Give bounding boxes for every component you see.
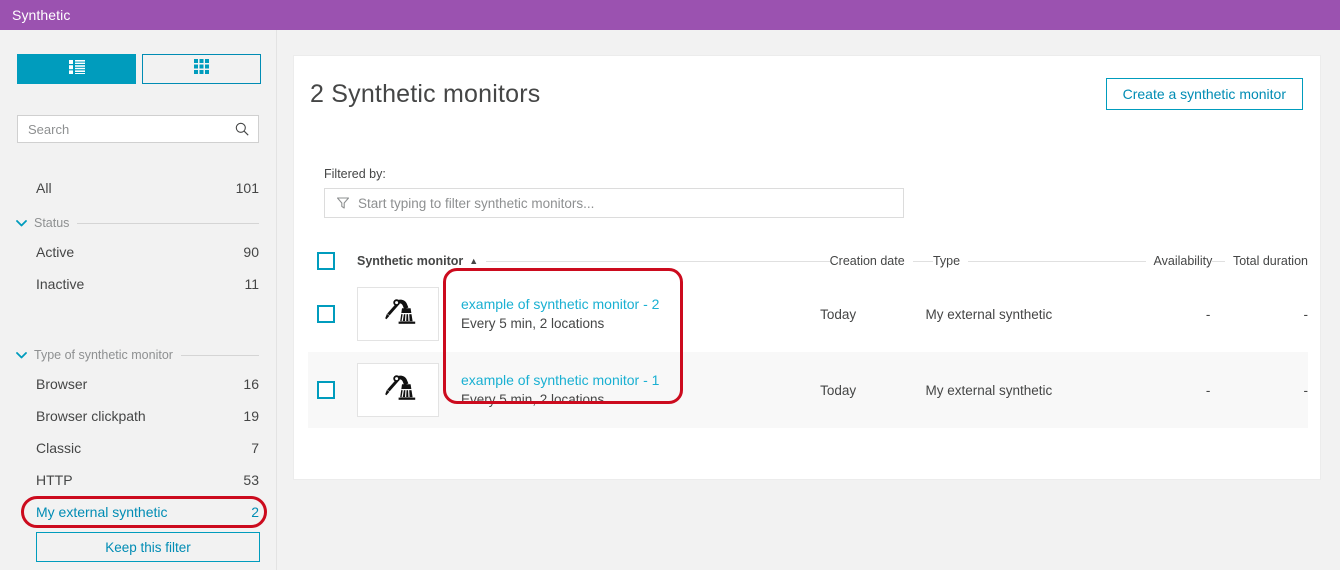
main-content: 2 Synthetic monitors Create a synthetic …: [277, 30, 1340, 570]
filter-monitors-box[interactable]: [324, 188, 904, 218]
page-title: 2 Synthetic monitors: [310, 80, 541, 108]
divider: [968, 260, 1131, 262]
chevron-down-icon: [16, 219, 27, 227]
monitors-card: 2 Synthetic monitors Create a synthetic …: [293, 55, 1321, 480]
monitor-name-link[interactable]: example of synthetic monitor - 2: [461, 294, 820, 314]
create-synthetic-monitor-label: Create a synthetic monitor: [1122, 86, 1286, 102]
robot-arm-icon: [378, 372, 418, 409]
sidebar-item-classic[interactable]: Classic 7: [0, 432, 277, 464]
divider: [486, 260, 830, 262]
cell-availability: -: [1205, 306, 1211, 322]
sidebar-item-all[interactable]: All 101: [0, 172, 277, 204]
column-header-availability[interactable]: Availability: [1130, 254, 1212, 268]
select-all-checkbox[interactable]: [317, 252, 335, 270]
window-titlebar: Synthetic: [0, 0, 1340, 30]
filter-group-status[interactable]: Status: [0, 210, 277, 236]
keep-this-filter-label: Keep this filter: [105, 539, 191, 555]
row-checkbox[interactable]: [317, 305, 335, 323]
monitor-name-cell: example of synthetic monitor - 1 Every 5…: [461, 370, 820, 410]
sidebar-item-http[interactable]: HTTP 53: [0, 464, 277, 496]
keep-this-filter-button[interactable]: Keep this filter: [36, 532, 260, 562]
cell-total-duration: -: [1303, 306, 1309, 322]
sidebar-item-inactive[interactable]: Inactive 11: [0, 268, 277, 300]
monitor-name-cell: example of synthetic monitor - 2 Every 5…: [461, 294, 820, 334]
robot-arm-icon: [378, 296, 418, 333]
column-header-type[interactable]: Type: [932, 254, 1131, 268]
column-header-synthetic-monitor[interactable]: Synthetic monitor ▲: [357, 254, 830, 268]
sort-ascending-icon: ▲: [469, 256, 479, 266]
sidebar-item-browser[interactable]: Browser 16: [0, 368, 277, 400]
chevron-down-icon: [16, 351, 27, 359]
table-row[interactable]: example of synthetic monitor - 2 Every 5…: [308, 276, 1308, 352]
sidebar-item-my-external-synthetic[interactable]: My external synthetic 2: [0, 496, 277, 528]
table-row[interactable]: example of synthetic monitor - 1 Every 5…: [308, 352, 1308, 428]
monitor-name-link[interactable]: example of synthetic monitor - 1: [461, 370, 820, 390]
search-input[interactable]: [18, 120, 235, 138]
search-icon[interactable]: [235, 122, 258, 136]
create-synthetic-monitor-button[interactable]: Create a synthetic monitor: [1105, 78, 1303, 110]
sidebar-item-count: 7: [251, 440, 259, 456]
cell-availability: -: [1205, 382, 1211, 398]
funnel-icon: [325, 197, 356, 209]
monitor-thumbnail: [357, 287, 439, 341]
cell-total-duration: -: [1303, 382, 1309, 398]
sidebar-item-label: Active: [36, 244, 75, 260]
sidebar-item-count: 19: [243, 408, 259, 424]
column-header-label: Creation date: [829, 254, 905, 268]
grid-icon: [194, 59, 209, 79]
sidebar-item-label: My external synthetic: [36, 504, 168, 520]
column-header-creation-date[interactable]: Creation date: [830, 254, 933, 268]
filter-group-type-of-synthetic-monitor[interactable]: Type of synthetic monitor: [0, 342, 277, 368]
sidebar-item-count: 90: [243, 244, 259, 260]
search-box[interactable]: [17, 115, 259, 143]
column-header-label: Total duration: [1232, 254, 1308, 268]
monitor-subtitle: Every 5 min, 2 locations: [461, 316, 605, 331]
monitors-table: Synthetic monitor ▲ Creation date Type A…: [308, 246, 1308, 428]
list-icon: [68, 59, 85, 79]
sidebar-item-count: 2: [251, 504, 259, 520]
cell-creation-date: Today: [820, 306, 857, 322]
column-header-total-duration[interactable]: Total duration: [1212, 254, 1308, 268]
column-header-label: Type: [932, 254, 961, 268]
cell-type: My external synthetic: [925, 382, 1053, 398]
sidebar-item-browser-clickpath[interactable]: Browser clickpath 19: [0, 400, 277, 432]
filtered-by-label: Filtered by:: [324, 167, 386, 181]
sidebar-item-count: 53: [243, 472, 259, 488]
window-title: Synthetic: [12, 7, 71, 23]
monitor-thumbnail: [357, 363, 439, 417]
filter-group-label: Type of synthetic monitor: [34, 348, 173, 362]
divider: [1212, 260, 1225, 262]
column-header-label: Availability: [1153, 254, 1213, 268]
sidebar-item-label: Classic: [36, 440, 82, 456]
divider: [912, 260, 933, 262]
sidebar-item-count: 101: [235, 180, 259, 196]
list-view-button[interactable]: [17, 54, 136, 84]
monitor-subtitle: Every 5 min, 2 locations: [461, 392, 605, 407]
sidebar-item-active[interactable]: Active 90: [0, 236, 277, 268]
view-toggle-group: [17, 54, 261, 84]
filter-monitors-input[interactable]: [356, 194, 903, 212]
sidebar-item-label: HTTP: [36, 472, 73, 488]
sidebar-item-label: All: [36, 180, 52, 196]
sidebar-item-count: 11: [244, 276, 259, 292]
divider: [1130, 260, 1146, 262]
sidebar-item-label: Browser clickpath: [36, 408, 146, 424]
filter-list: All 101 Status Active 90 Inactive 11 Typ…: [0, 172, 277, 528]
cell-type: My external synthetic: [925, 306, 1053, 322]
sidebar: All 101 Status Active 90 Inactive 11: [0, 30, 277, 570]
column-header-label: Synthetic monitor: [357, 254, 464, 268]
divider: [77, 222, 259, 224]
cell-creation-date: Today: [820, 382, 857, 398]
divider: [180, 354, 259, 356]
grid-view-button[interactable]: [142, 54, 261, 84]
sidebar-item-label: Inactive: [36, 276, 85, 292]
sidebar-item-label: Browser: [36, 376, 88, 392]
row-checkbox[interactable]: [317, 381, 335, 399]
filter-group-label: Status: [34, 216, 70, 230]
sidebar-item-count: 16: [243, 376, 259, 392]
table-header-row: Synthetic monitor ▲ Creation date Type A…: [308, 246, 1308, 276]
